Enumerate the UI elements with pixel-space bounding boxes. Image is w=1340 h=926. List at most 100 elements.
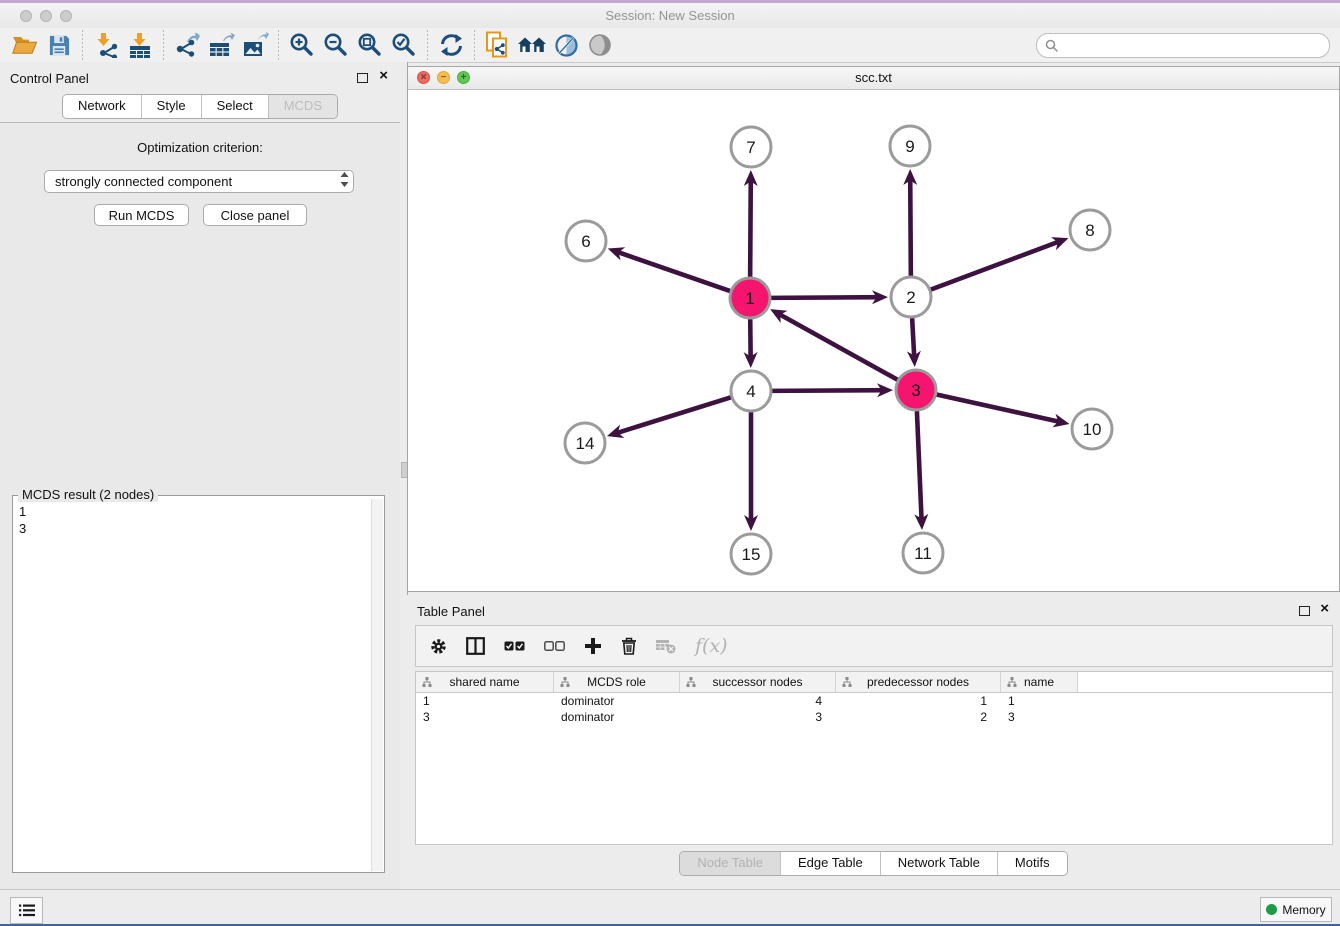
save-session-button[interactable] bbox=[42, 30, 76, 60]
control-panel-header: Control Panel × bbox=[0, 62, 400, 92]
control-panel-tabs: NetworkStyleSelectMCDS bbox=[62, 94, 338, 119]
graph-node-1[interactable]: 1 bbox=[730, 278, 770, 318]
export-table-button[interactable] bbox=[204, 30, 238, 60]
hide-button[interactable] bbox=[583, 30, 617, 60]
show-column-panel-button[interactable] bbox=[466, 637, 485, 655]
main-titlebar: Session: New Session bbox=[0, 3, 1340, 29]
network-frame-titlebar: × − + scc.txt bbox=[408, 67, 1339, 90]
open-file-button[interactable] bbox=[8, 30, 42, 60]
node-label: 3 bbox=[911, 381, 920, 400]
clone-network-icon bbox=[485, 31, 511, 59]
close-panel-icon[interactable]: × bbox=[379, 68, 388, 84]
criterion-value: strongly connected component bbox=[45, 174, 335, 189]
deselect-all-button[interactable] bbox=[544, 641, 565, 651]
graph-node-14[interactable]: 14 bbox=[565, 423, 605, 463]
edge-4-3[interactable] bbox=[772, 390, 886, 391]
refresh-button[interactable] bbox=[434, 30, 468, 60]
tab-select[interactable]: Select bbox=[201, 95, 268, 118]
zoom-selected-icon bbox=[391, 32, 417, 58]
zoom-selected-button[interactable] bbox=[387, 30, 421, 60]
edge-1-7[interactable] bbox=[750, 177, 751, 277]
node-label: 14 bbox=[576, 434, 595, 453]
close-panel-icon[interactable]: × bbox=[1320, 601, 1329, 617]
refresh-icon bbox=[439, 33, 464, 57]
edge-1-6[interactable] bbox=[614, 251, 730, 291]
graph-node-6[interactable]: 6 bbox=[566, 221, 606, 261]
close-panel-button[interactable]: Close panel bbox=[203, 204, 307, 226]
graph-node-3[interactable]: 3 bbox=[896, 370, 936, 410]
list-icon bbox=[19, 904, 35, 917]
export-network-button[interactable] bbox=[170, 30, 204, 60]
float-panel-icon[interactable] bbox=[357, 73, 368, 83]
column-header-predecessor-nodes[interactable]: predecessor nodes bbox=[836, 672, 1001, 692]
graph-node-9[interactable]: 9 bbox=[890, 126, 930, 166]
criterion-select[interactable]: strongly connected component bbox=[44, 170, 354, 193]
table-cell: 3 bbox=[1001, 709, 1078, 725]
column-header-successor-nodes[interactable]: successor nodes bbox=[680, 672, 836, 692]
tab-network[interactable]: Network bbox=[63, 95, 141, 118]
create-column-button[interactable] bbox=[584, 637, 602, 655]
column-label: MCDS role bbox=[587, 675, 646, 689]
graph-node-15[interactable]: 15 bbox=[731, 534, 771, 574]
graph-node-7[interactable]: 7 bbox=[731, 127, 771, 167]
select-all-button[interactable] bbox=[504, 641, 525, 651]
function-builder-button[interactable]: f(x) bbox=[695, 635, 728, 657]
search-input[interactable] bbox=[1059, 36, 1329, 55]
table-cell: 3 bbox=[680, 709, 836, 725]
graph-node-2[interactable]: 2 bbox=[891, 277, 931, 317]
column-label: name bbox=[1024, 675, 1054, 689]
window-title: Session: New Session bbox=[0, 8, 1340, 23]
tab-mcds[interactable]: MCDS bbox=[268, 95, 337, 118]
tab-motifs[interactable]: Motifs bbox=[997, 852, 1067, 875]
node-table-rows: 1dominator4113dominator323 bbox=[416, 693, 1332, 725]
edge-2-8[interactable] bbox=[931, 241, 1062, 290]
toolbar-separator bbox=[474, 30, 475, 60]
column-header-MCDS-role[interactable]: MCDS role bbox=[554, 672, 680, 692]
graph-node-10[interactable]: 10 bbox=[1072, 409, 1112, 449]
memory-status-icon bbox=[1266, 904, 1277, 915]
edge-1-2[interactable] bbox=[771, 297, 881, 298]
node-label: 2 bbox=[906, 288, 915, 307]
gear-icon bbox=[430, 638, 447, 655]
zoom-fit-button[interactable] bbox=[353, 30, 387, 60]
edge-3-11[interactable] bbox=[917, 411, 922, 523]
import-network-button[interactable] bbox=[89, 30, 123, 60]
edge-3-1[interactable] bbox=[776, 313, 897, 380]
delete-table-button[interactable] bbox=[656, 639, 676, 654]
vizmap-button[interactable] bbox=[549, 30, 583, 60]
import-table-button[interactable] bbox=[123, 30, 157, 60]
edge-2-9[interactable] bbox=[910, 176, 911, 276]
graph-node-11[interactable]: 11 bbox=[903, 533, 943, 573]
column-label: predecessor nodes bbox=[867, 675, 969, 689]
delete-column-button[interactable] bbox=[621, 637, 637, 655]
zoom-in-button[interactable] bbox=[285, 30, 319, 60]
table-toolbar: f(x) bbox=[415, 625, 1333, 667]
edge-4-14[interactable] bbox=[614, 397, 731, 434]
edge-3-10[interactable] bbox=[937, 395, 1063, 423]
edge-2-3[interactable] bbox=[912, 318, 914, 360]
float-panel-icon[interactable] bbox=[1299, 606, 1310, 616]
run-mcds-button[interactable]: Run MCDS bbox=[94, 204, 189, 226]
optimization-criterion-label: Optimization criterion: bbox=[0, 140, 400, 155]
tab-node-table[interactable]: Node Table bbox=[680, 852, 780, 875]
tab-edge-table[interactable]: Edge Table bbox=[780, 852, 880, 875]
table-row[interactable]: 3dominator323 bbox=[416, 709, 1332, 725]
table-settings-button[interactable] bbox=[430, 638, 447, 655]
tab-style[interactable]: Style bbox=[141, 95, 201, 118]
network-graph-canvas[interactable]: 1 2 3 4 6 7 8 9 10 11 14 15 bbox=[408, 89, 1339, 591]
tab-network-table[interactable]: Network Table bbox=[880, 852, 997, 875]
graph-node-4[interactable]: 4 bbox=[731, 371, 771, 411]
mcds-result-scrollbar[interactable] bbox=[371, 499, 383, 871]
export-image-button[interactable] bbox=[238, 30, 272, 60]
task-history-button[interactable] bbox=[10, 897, 43, 924]
table-cell: 3 bbox=[416, 709, 554, 725]
memory-button[interactable]: Memory bbox=[1260, 897, 1332, 922]
column-header-shared-name[interactable]: shared name bbox=[416, 672, 554, 692]
column-header-name[interactable]: name bbox=[1001, 672, 1078, 692]
table-cell: dominator bbox=[554, 693, 680, 709]
zoom-out-button[interactable] bbox=[319, 30, 353, 60]
table-row[interactable]: 1dominator411 bbox=[416, 693, 1332, 709]
clone-network-button[interactable] bbox=[481, 30, 515, 60]
graph-node-8[interactable]: 8 bbox=[1070, 210, 1110, 250]
home-button[interactable] bbox=[515, 30, 549, 60]
